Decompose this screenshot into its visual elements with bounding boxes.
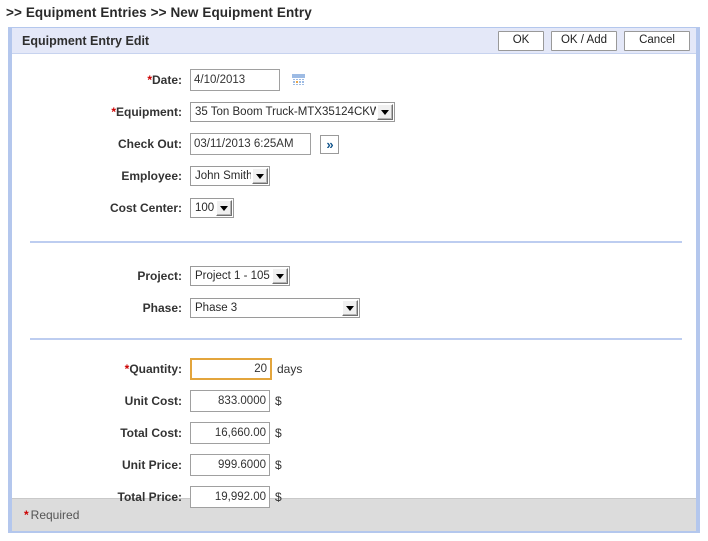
field-row-equipment: *Equipment: 35 Ton Boom Truck-MTX35124CK… [12, 96, 696, 128]
total-price-input[interactable] [190, 486, 270, 508]
project-label: Project: [12, 269, 190, 283]
total-cost-currency-label: $ [275, 426, 282, 440]
phase-select[interactable]: Phase 3 [190, 298, 360, 318]
check-out-label: Check Out: [12, 137, 190, 151]
equipment-select[interactable]: 35 Ton Boom Truck-MTX35124CKW [190, 102, 395, 122]
chevron-down-icon[interactable] [377, 104, 393, 120]
date-field-group [190, 69, 306, 91]
ok-button[interactable]: OK [498, 31, 544, 51]
field-row-project: Project: Project 1 - 105 [12, 260, 696, 292]
cost-center-select[interactable]: 100 [190, 198, 234, 218]
chevron-down-icon[interactable] [216, 200, 232, 216]
unit-price-currency-label: $ [275, 458, 282, 472]
employee-select[interactable]: John Smith [190, 166, 270, 186]
equipment-entry-edit-panel: Equipment Entry Edit OK OK / Add Cancel … [8, 27, 700, 533]
project-select[interactable]: Project 1 - 105 [190, 266, 290, 286]
double-chevron-glyph: » [326, 138, 332, 151]
quantity-input[interactable] [190, 358, 272, 380]
panel-body: *Date: *Equipment: 35 Ton Boom Truck-MTX… [12, 54, 696, 498]
unit-cost-field-group: $ [190, 390, 282, 412]
field-row-unit-cost: Unit Cost: $ [12, 385, 696, 417]
field-row-total-cost: Total Cost: $ [12, 417, 696, 449]
total-price-label: Total Price: [12, 490, 190, 504]
total-price-field-group: $ [190, 486, 282, 508]
date-input[interactable] [190, 69, 280, 91]
field-row-total-price: Total Price: $ [12, 481, 696, 513]
panel-header: Equipment Entry Edit OK OK / Add Cancel [12, 28, 696, 54]
unit-cost-label: Unit Cost: [12, 394, 190, 408]
ok-add-button[interactable]: OK / Add [551, 31, 617, 51]
project-field-group: Project 1 - 105 [190, 266, 290, 286]
equipment-field-group: 35 Ton Boom Truck-MTX35124CKW [190, 102, 395, 122]
unit-price-input[interactable] [190, 454, 270, 476]
employee-label: Employee: [12, 169, 190, 183]
check-out-input[interactable] [190, 133, 311, 155]
equipment-label: *Equipment: [12, 105, 190, 119]
field-row-date: *Date: [12, 64, 696, 96]
equipment-select-value: 35 Ton Boom Truck-MTX35124CKW [191, 103, 376, 121]
double-chevron-right-icon[interactable]: » [320, 135, 339, 154]
chevron-down-icon[interactable] [252, 168, 268, 184]
field-row-cost-center: Cost Center: 100 [12, 192, 696, 224]
employee-select-value: John Smith [191, 167, 251, 185]
phase-select-value: Phase 3 [191, 299, 341, 317]
employee-field-group: John Smith [190, 166, 270, 186]
total-cost-input[interactable] [190, 422, 270, 444]
field-row-quantity: *Quantity: days [12, 353, 696, 385]
panel-title: Equipment Entry Edit [22, 34, 498, 48]
cancel-button[interactable]: Cancel [624, 31, 690, 51]
quantity-unit-label: days [277, 362, 302, 376]
field-row-phase: Phase: Phase 3 [12, 292, 696, 324]
calendar-icon[interactable] [291, 73, 306, 88]
breadcrumb: >> Equipment Entries >> New Equipment En… [0, 0, 708, 26]
total-cost-field-group: $ [190, 422, 282, 444]
cost-center-label: Cost Center: [12, 201, 190, 215]
unit-price-label: Unit Price: [12, 458, 190, 472]
unit-cost-input[interactable] [190, 390, 270, 412]
field-row-check-out: Check Out: » [12, 128, 696, 160]
cost-center-field-group: 100 [190, 198, 234, 218]
quantity-field-group: days [190, 358, 302, 380]
field-row-employee: Employee: John Smith [12, 160, 696, 192]
field-row-unit-price: Unit Price: $ [12, 449, 696, 481]
unit-cost-currency-label: $ [275, 394, 282, 408]
project-select-value: Project 1 - 105 [191, 267, 271, 285]
phase-label: Phase: [12, 301, 190, 315]
unit-price-field-group: $ [190, 454, 282, 476]
cost-center-select-value: 100 [191, 199, 215, 217]
chevron-down-icon[interactable] [272, 268, 288, 284]
date-label: *Date: [12, 73, 190, 87]
check-out-field-group: » [190, 133, 339, 155]
chevron-down-icon[interactable] [342, 300, 358, 316]
total-cost-label: Total Cost: [12, 426, 190, 440]
panel-header-buttons: OK OK / Add Cancel [498, 31, 690, 51]
total-price-currency-label: $ [275, 490, 282, 504]
quantity-label: *Quantity: [12, 362, 190, 376]
phase-field-group: Phase 3 [190, 298, 360, 318]
